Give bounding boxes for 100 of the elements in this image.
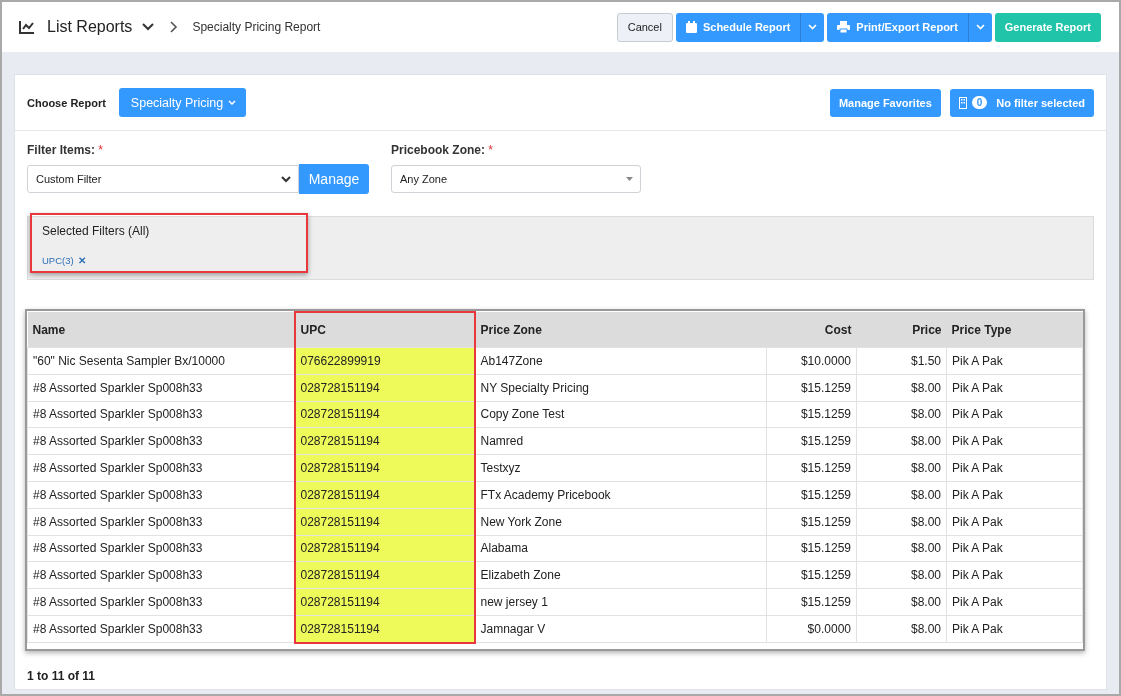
pricebook-zone-label: Pricebook Zone: <box>391 143 485 157</box>
table-cell: NY Specialty Pricing <box>474 374 767 402</box>
table-cell: Pik A Pak <box>946 401 1083 428</box>
table-cell: Pik A Pak <box>946 427 1083 455</box>
table-cell: $15.1259 <box>766 401 857 428</box>
table-cell: $10.0000 <box>766 347 857 375</box>
dropdown-toggle-button[interactable] <box>800 12 825 42</box>
table-cell: 028728151194 <box>294 374 475 402</box>
table-cell: $8.00 <box>856 427 947 455</box>
table-cell: Pik A Pak <box>946 374 1083 402</box>
table-cell: Pik A Pak <box>946 535 1083 562</box>
caret-down-icon <box>626 177 633 181</box>
table-cell: $8.00 <box>856 561 947 589</box>
page-title: List Reports <box>47 18 133 36</box>
column-header[interactable]: UPC <box>294 312 475 348</box>
filter-select[interactable]: Custom Filter <box>27 165 299 193</box>
table-cell: $15.1259 <box>766 535 857 562</box>
chevron-down-icon <box>281 175 291 183</box>
table-cell: 028728151194 <box>294 427 475 455</box>
calendar-icon <box>685 21 697 33</box>
table-cell: $15.1259 <box>766 454 857 482</box>
table-cell: Pik A Pak <box>946 481 1083 509</box>
chevron-right-icon <box>170 21 179 33</box>
table-cell: Pik A Pak <box>946 347 1083 375</box>
table-cell: 028728151194 <box>294 508 475 536</box>
table-cell: new jersey 1 <box>474 588 767 616</box>
filter-items-label: Filter Items: <box>27 143 95 157</box>
table-cell: $8.00 <box>856 401 947 428</box>
table-cell: "60" Nic Sesenta Sampler Bx/10000 <box>27 347 295 375</box>
table-cell: $1.50 <box>856 347 947 375</box>
column-header[interactable]: Price <box>856 312 947 348</box>
printer-icon <box>837 21 851 33</box>
column-header[interactable]: Price Zone <box>474 312 767 348</box>
table-cell: Elizabeth Zone <box>474 561 767 589</box>
table-cell: $15.1259 <box>766 481 857 509</box>
table-cell: Copy Zone Test <box>474 401 767 428</box>
building-icon <box>958 96 967 109</box>
table-cell: Alabama <box>474 535 767 562</box>
table-cell: #8 Assorted Sparkler Sp008h33 <box>27 454 295 482</box>
zone-select[interactable]: Any Zone <box>391 165 641 193</box>
filter-count-badge: 0 <box>971 96 988 109</box>
table-cell: 076622899919 <box>294 347 475 375</box>
table-cell: $0.0000 <box>766 615 857 643</box>
table-cell: Pik A Pak <box>946 454 1083 482</box>
column-header[interactable]: Cost <box>766 312 857 348</box>
table-cell: 028728151194 <box>294 454 475 482</box>
table-cell: 028728151194 <box>294 481 475 509</box>
table-cell: Ab147Zone <box>474 347 767 375</box>
selected-filters-title: Selected Filters (All) <box>42 224 151 238</box>
table-cell: $15.1259 <box>766 508 857 536</box>
table-cell: $8.00 <box>856 481 947 509</box>
table-cell: $8.00 <box>856 615 947 643</box>
chevron-down-icon <box>228 100 237 105</box>
table-cell: $8.00 <box>856 454 947 482</box>
chevron-down-icon <box>975 24 985 30</box>
column-header[interactable]: Name <box>27 312 295 348</box>
table-cell: #8 Assorted Sparkler Sp008h33 <box>27 535 295 562</box>
line-chart-icon <box>19 20 35 34</box>
table-cell: #8 Assorted Sparkler Sp008h33 <box>27 481 295 509</box>
remove-filter-button[interactable]: ✕ <box>77 255 86 266</box>
table-cell: $8.00 <box>856 535 947 562</box>
table-cell: $15.1259 <box>766 427 857 455</box>
table-cell: 028728151194 <box>294 588 475 616</box>
table-cell: Pik A Pak <box>946 561 1083 589</box>
table-cell: FTx Academy Pricebook <box>474 481 767 509</box>
table-cell: #8 Assorted Sparkler Sp008h33 <box>27 401 295 428</box>
filter-tag: UPC(3) <box>42 255 74 266</box>
table-cell: Pik A Pak <box>946 615 1083 643</box>
chevron-down-icon <box>808 24 818 30</box>
table-cell: Testxyz <box>474 454 767 482</box>
table-cell: Namred <box>474 427 767 455</box>
table-cell: #8 Assorted Sparkler Sp008h33 <box>27 615 295 643</box>
table-cell: 028728151194 <box>294 535 475 562</box>
table-cell: $15.1259 <box>766 561 857 589</box>
breadcrumb-current: Specialty Pricing Report <box>192 20 321 34</box>
required-asterisk: * <box>98 143 104 157</box>
dropdown-toggle-button[interactable] <box>967 12 992 42</box>
table-cell: New York Zone <box>474 508 767 536</box>
table-cell: 028728151194 <box>294 615 475 643</box>
table-cell: #8 Assorted Sparkler Sp008h33 <box>27 561 295 589</box>
table-cell: Pik A Pak <box>946 508 1083 536</box>
table-cell: Jamnagar V <box>474 615 767 643</box>
required-asterisk: * <box>488 143 494 157</box>
table-cell: #8 Assorted Sparkler Sp008h33 <box>27 374 295 402</box>
table-cell: 028728151194 <box>294 561 475 589</box>
table-cell: #8 Assorted Sparkler Sp008h33 <box>27 508 295 536</box>
choose-report-label: Choose Report <box>27 96 106 109</box>
table-cell: $15.1259 <box>766 588 857 616</box>
table-cell: 028728151194 <box>294 401 475 428</box>
table-cell: #8 Assorted Sparkler Sp008h33 <box>27 588 295 616</box>
table-cell: $8.00 <box>856 508 947 536</box>
cancel-button[interactable]: Cancel <box>616 12 673 42</box>
table-cell: #8 Assorted Sparkler Sp008h33 <box>27 427 295 455</box>
column-header[interactable]: Price Type <box>946 312 1083 348</box>
pagination-summary: 1 to 11 of 11 <box>27 668 97 683</box>
chevron-down-icon[interactable] <box>142 23 155 31</box>
table-cell: $15.1259 <box>766 374 857 402</box>
table-cell: $8.00 <box>856 588 947 616</box>
table-cell: Pik A Pak <box>946 588 1083 616</box>
table-cell: $8.00 <box>856 374 947 402</box>
